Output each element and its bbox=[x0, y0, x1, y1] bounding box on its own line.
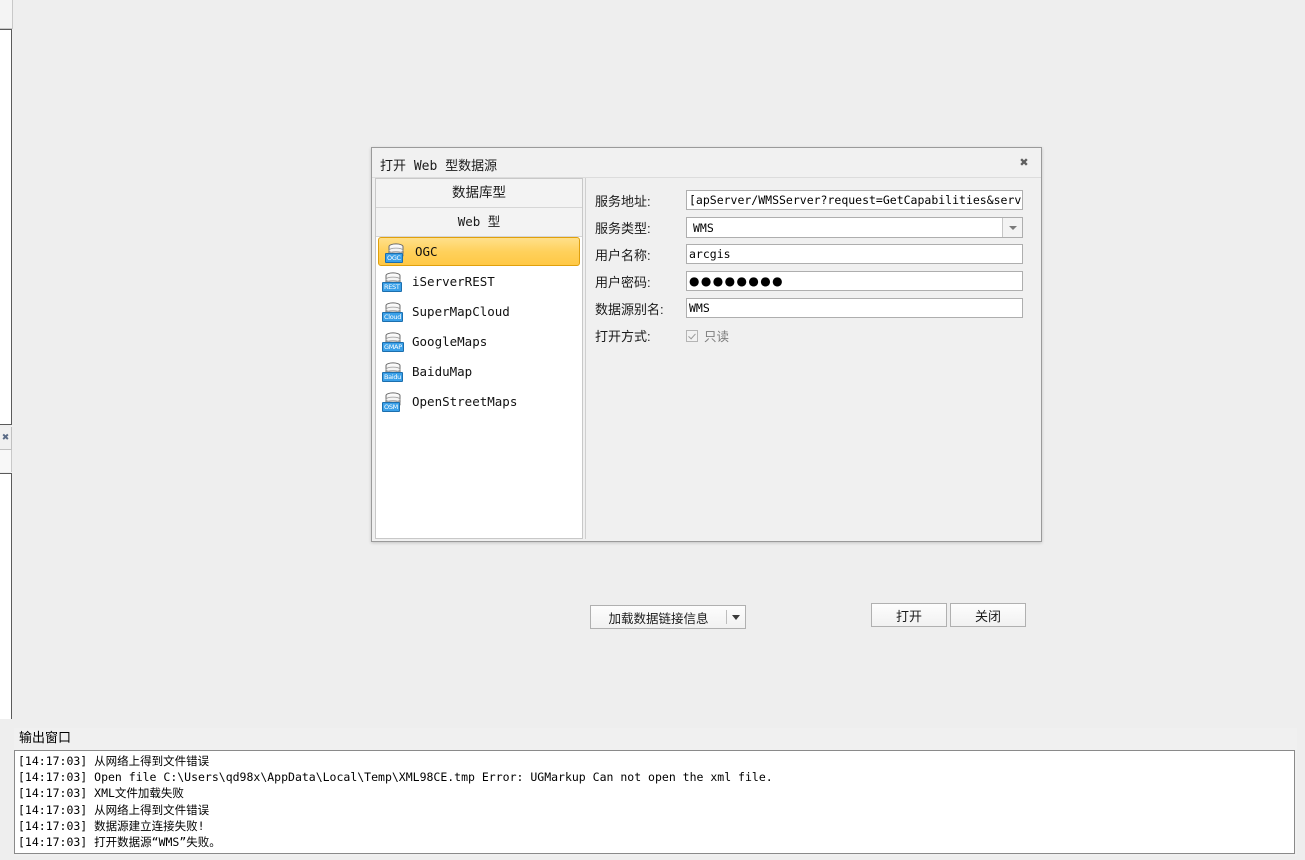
close-button[interactable]: 关闭 bbox=[950, 603, 1026, 627]
output-window: 输出窗口 [14:17:03] 从网络上得到文件错误 [14:17:03] Op… bbox=[14, 728, 1297, 856]
database-icon: Baidu bbox=[382, 360, 404, 382]
type-item-label: iServerREST bbox=[412, 273, 495, 289]
background-workspace-panel bbox=[0, 29, 12, 425]
service-type-value: WMS bbox=[693, 220, 714, 235]
row-password: 用户密码: ●●●●●●●● bbox=[586, 271, 1023, 291]
service-type-label: 服务类型: bbox=[595, 221, 651, 236]
row-alias: 数据源别名: WMS bbox=[586, 298, 1023, 318]
type-item-supermapcloud[interactable]: Cloud SuperMapCloud bbox=[376, 296, 582, 326]
close-icon: ✖ bbox=[1019, 156, 1029, 169]
datasource-type-list: 数据库型 Web 型 OGC OGC REST iServerREST Clou… bbox=[375, 178, 583, 539]
type-item-label: BaiduMap bbox=[412, 363, 473, 379]
type-item-label: OpenStreetMaps bbox=[412, 393, 518, 409]
open-mode-label: 打开方式: bbox=[595, 329, 651, 344]
open-button-label: 打开 bbox=[895, 608, 922, 624]
database-icon: OSM bbox=[382, 390, 404, 412]
type-item-openstreetmaps[interactable]: OSM OpenStreetMaps bbox=[376, 386, 582, 416]
log-line: [14:17:03] 打开数据源“WMS”失败。 bbox=[18, 835, 221, 850]
background-panel-close-button[interactable]: ✖ bbox=[0, 427, 12, 450]
type-item-baidumap[interactable]: Baidu BaiduMap bbox=[376, 356, 582, 386]
type-item-label: GoogleMaps bbox=[412, 333, 488, 349]
open-web-datasource-dialog: 打开 Web 型数据源 ✖ 数据库型 Web 型 OGC OGC REST iS… bbox=[371, 147, 1042, 629]
database-badge: OSM bbox=[382, 402, 400, 412]
dialog-titlebar: 打开 Web 型数据源 ✖ bbox=[372, 148, 1041, 178]
background-panel-top bbox=[0, 0, 13, 29]
alias-label: 数据源别名: bbox=[595, 301, 664, 317]
chevron-down-icon[interactable] bbox=[1002, 218, 1022, 237]
password-input[interactable]: ●●●●●●●● bbox=[686, 271, 1023, 291]
readonly-label: 只读 bbox=[704, 330, 730, 344]
row-open-mode: 打开方式: 只读 bbox=[586, 326, 729, 345]
group-header-web-type[interactable]: Web 型 bbox=[376, 208, 582, 237]
close-icon: ✖ bbox=[1, 432, 10, 443]
background-panel-lower bbox=[0, 473, 12, 719]
password-label: 用户密码: bbox=[595, 274, 651, 290]
dialog-close-button[interactable]: ✖ bbox=[1015, 154, 1033, 171]
load-link-info-button[interactable]: 加载数据链接信息 bbox=[590, 605, 746, 629]
database-icon: Cloud bbox=[382, 300, 404, 322]
connection-form: 服务地址: [apServer/WMSServer?request=GetCap… bbox=[585, 178, 1040, 539]
type-item-label: SuperMapCloud bbox=[412, 303, 510, 319]
alias-input[interactable]: WMS bbox=[686, 298, 1023, 318]
service-type-select[interactable]: WMS bbox=[686, 217, 1023, 238]
log-line: [14:17:03] 数据源建立连接失败! bbox=[18, 818, 205, 833]
readonly-checkbox[interactable]: 只读 bbox=[686, 326, 729, 345]
output-window-log[interactable]: [14:17:03] 从网络上得到文件错误 [14:17:03] Open fi… bbox=[14, 750, 1295, 854]
app-root: ✖ 输出窗口 [14:17:03] 从网络上得到文件错误 [14:17:03] … bbox=[0, 0, 1305, 860]
row-service-address: 服务地址: [apServer/WMSServer?request=GetCap… bbox=[586, 190, 1023, 210]
database-badge: Baidu bbox=[382, 372, 403, 382]
log-line: [14:17:03] 从网络上得到文件错误 bbox=[18, 802, 210, 817]
database-badge: GMAP bbox=[382, 342, 404, 352]
database-icon: REST bbox=[382, 270, 404, 292]
log-line: [14:17:03] 从网络上得到文件错误 bbox=[18, 754, 210, 768]
database-badge: Cloud bbox=[382, 312, 404, 322]
log-line: [14:17:03] Open file C:\Users\qd98x\AppD… bbox=[18, 770, 773, 785]
type-item-ogc[interactable]: OGC OGC bbox=[378, 237, 580, 266]
service-address-input[interactable]: [apServer/WMSServer?request=GetCapabilit… bbox=[686, 190, 1023, 210]
database-badge: OGC bbox=[385, 252, 403, 263]
checkmark-icon bbox=[686, 329, 698, 342]
database-icon: OGC bbox=[385, 241, 407, 263]
close-button-label: 关闭 bbox=[974, 608, 1001, 624]
type-item-googlemaps[interactable]: GMAP GoogleMaps bbox=[376, 326, 582, 356]
service-address-label: 服务地址: bbox=[595, 193, 651, 209]
type-item-label: OGC bbox=[415, 244, 438, 259]
row-username: 用户名称: arcgis bbox=[586, 244, 1023, 264]
open-button[interactable]: 打开 bbox=[871, 603, 947, 627]
database-badge: REST bbox=[382, 282, 402, 292]
database-icon: GMAP bbox=[382, 330, 404, 352]
group-header-database-type[interactable]: 数据库型 bbox=[376, 179, 582, 208]
output-window-title: 输出窗口 bbox=[14, 728, 1297, 748]
username-label: 用户名称: bbox=[595, 247, 651, 263]
background-panel-tabstrip bbox=[0, 450, 12, 472]
type-item-iserverrest[interactable]: REST iServerREST bbox=[376, 266, 582, 296]
load-link-info-label: 加载数据链接信息 bbox=[608, 611, 709, 626]
dialog-title: 打开 Web 型数据源 bbox=[380, 159, 498, 174]
log-line: [14:17:03] XML文件加载失败 bbox=[18, 786, 184, 801]
chevron-down-icon[interactable] bbox=[727, 606, 745, 628]
row-service-type: 服务类型: WMS bbox=[586, 217, 1023, 238]
username-input[interactable]: arcgis bbox=[686, 244, 1023, 264]
